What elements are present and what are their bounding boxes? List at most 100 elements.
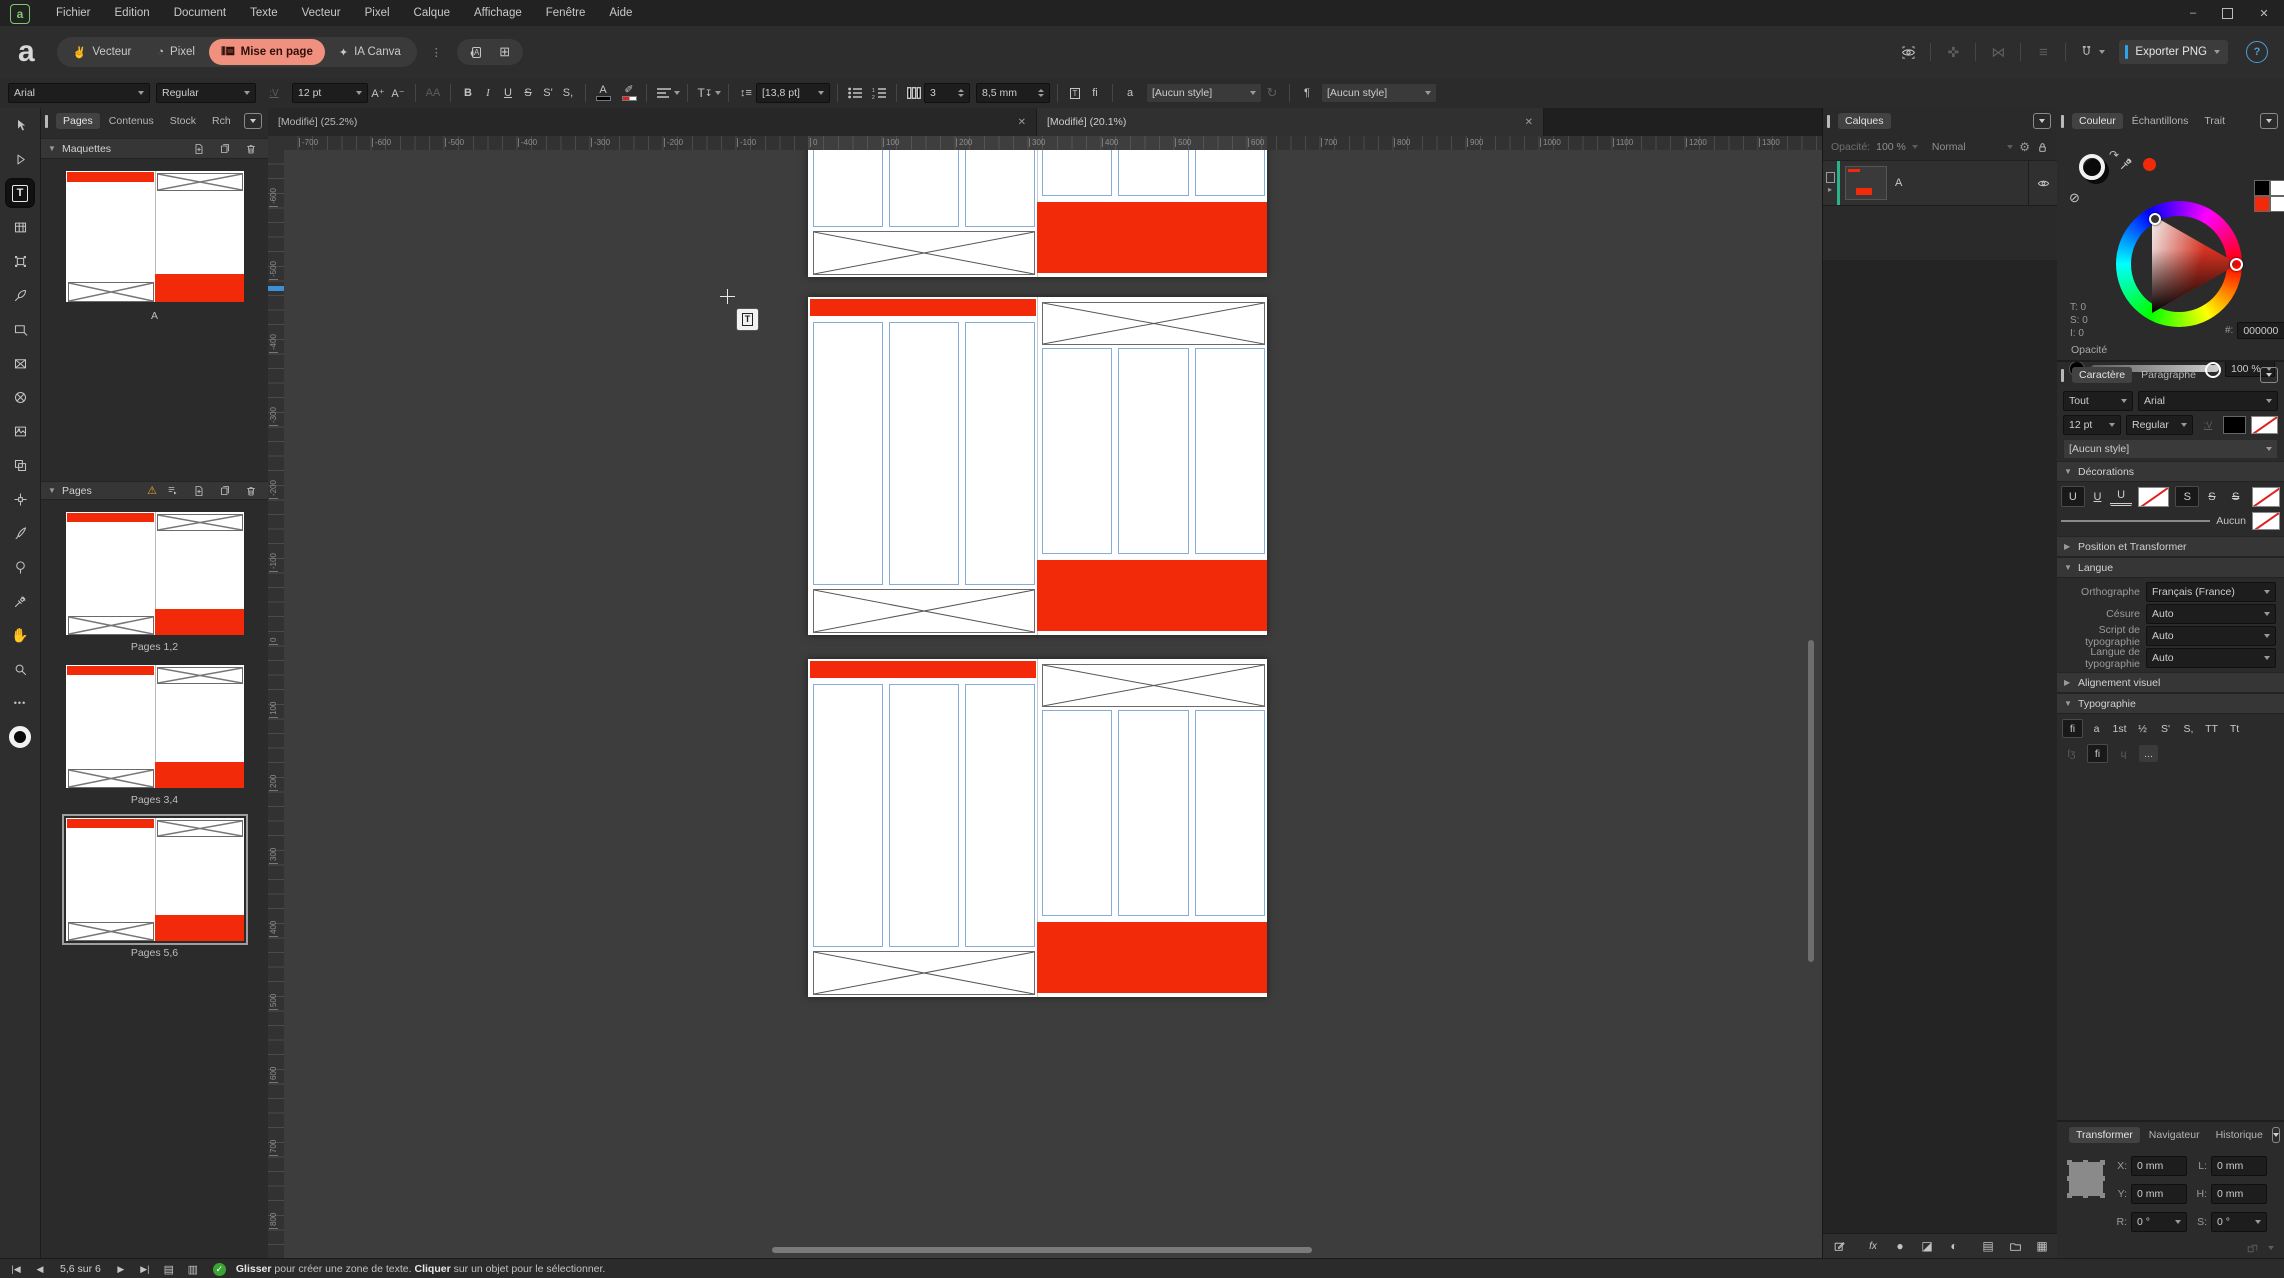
page-spread-item[interactable]: Pages 5,6	[41, 810, 268, 963]
insert-target-icon[interactable]: ◖A	[465, 42, 485, 62]
add-page-icon[interactable]	[189, 483, 209, 498]
document-tab-1[interactable]: [Modifié] (25.2%) ✕	[268, 108, 1037, 136]
typography-option-4[interactable]: S'	[2156, 720, 2175, 737]
vertical-scrollbar[interactable]	[1808, 640, 1814, 962]
hue-wheel[interactable]	[2116, 201, 2242, 327]
delete-master-icon[interactable]	[241, 141, 261, 156]
duplicate-page-icon[interactable]	[215, 483, 235, 498]
text-frame-options-icon[interactable]: T	[1065, 83, 1085, 103]
underline-double-button[interactable]: U	[2110, 487, 2132, 506]
left-tab-pages[interactable]: Pages	[56, 113, 100, 129]
layers-opacity-chevron-icon[interactable]	[1912, 145, 1918, 149]
text-frame-tool[interactable]: T	[0, 176, 40, 210]
char-fill-swatch[interactable]	[2223, 416, 2246, 434]
color-picker-tool[interactable]	[0, 584, 40, 618]
last-spread-button[interactable]: ▶|	[135, 1259, 155, 1278]
no-color-icon[interactable]: ⊘	[2069, 190, 2080, 206]
anchor-point-selector[interactable]	[2069, 1162, 2103, 1196]
layers-panel-menu-button[interactable]	[2033, 113, 2051, 129]
table-tool[interactable]	[0, 210, 40, 244]
transform-field-input[interactable]: 0 mm	[2131, 1156, 2187, 1176]
node-tool[interactable]	[0, 142, 40, 176]
decrease-size-button[interactable]: A⁻	[388, 83, 408, 103]
panel-drag-handle[interactable]	[45, 115, 48, 128]
studio-grid-icon[interactable]: ⊞	[495, 42, 515, 62]
page-spread-item[interactable]: Pages 3,4	[41, 657, 268, 810]
transform-field-input[interactable]: 0 °	[2211, 1212, 2267, 1232]
panel-menu-button[interactable]	[244, 113, 262, 129]
typography-option-6[interactable]: TT	[2202, 720, 2221, 737]
tab-calques[interactable]: Calques	[1838, 113, 1891, 129]
canvas-spread-3[interactable]	[808, 659, 1267, 997]
layer-thumbnail[interactable]	[1845, 166, 1887, 200]
image-tool[interactable]	[0, 414, 40, 448]
underline-color-swatch[interactable]	[2138, 487, 2170, 507]
snapping-options-chevron-icon[interactable]	[2099, 50, 2105, 54]
char-stroke-swatch[interactable]	[2251, 416, 2278, 434]
window-minimize-button[interactable]: –	[2176, 3, 2210, 23]
highlighter-button[interactable]: ✐	[619, 83, 639, 103]
export-png-button[interactable]: Exporter PNG	[2119, 40, 2228, 64]
pattern-layer-icon[interactable]: ▦	[2032, 1236, 2052, 1256]
char-size-select[interactable]: 12 pt	[2063, 415, 2121, 435]
superscript-button[interactable]: S'	[538, 83, 558, 103]
panel-drag-handle[interactable]	[2061, 369, 2064, 382]
layer-row[interactable]: ▸ A	[1823, 161, 2057, 206]
paragraph-align-icon[interactable]	[654, 83, 674, 103]
apply-master-icon[interactable]	[163, 483, 183, 498]
menu-document[interactable]: Document	[162, 0, 238, 26]
window-close-button[interactable]: ✕	[2244, 3, 2284, 23]
decorations-header[interactable]: ▼Décorations	[2057, 461, 2284, 482]
visual-alignment-header[interactable]: ▶Alignement visuel	[2057, 672, 2284, 693]
language-row-select[interactable]: Auto	[2146, 626, 2276, 646]
character-style-select[interactable]: [Aucun style]	[1146, 83, 1262, 103]
frame-tool[interactable]	[0, 244, 40, 278]
numbered-list-icon[interactable]: 12	[869, 83, 889, 103]
typography-option-3[interactable]: ½	[2133, 720, 2152, 737]
adjustment-layer-icon[interactable]: ◐	[1944, 1236, 1964, 1256]
color-panel-menu-button[interactable]	[2260, 113, 2278, 129]
columns-count-stepper[interactable]: 3	[924, 83, 970, 103]
ruler-vertical[interactable]: -600-500-400-300-200-1000100200300400500…	[268, 150, 285, 1258]
persona-vecteur[interactable]: ✌Vecteur	[61, 39, 144, 65]
canvas-viewport[interactable]: T	[284, 150, 1822, 1258]
canvas-spread-1[interactable]	[808, 150, 1267, 277]
layers-blend-chevron-icon[interactable]	[2007, 145, 2013, 149]
mask-layer-icon[interactable]: ◪	[1917, 1236, 1937, 1256]
move-tool[interactable]	[0, 108, 40, 142]
strike-single-button[interactable]: S	[2201, 487, 2223, 506]
decoration-width-slider[interactable]	[2061, 520, 2210, 522]
menu-fenêtre[interactable]: Fenêtre	[534, 0, 598, 26]
color-picker-icon[interactable]	[2119, 156, 2134, 171]
spread-view-icon[interactable]: ▥	[183, 1259, 203, 1278]
menu-edition[interactable]: Edition	[103, 0, 162, 26]
ligatures-icon[interactable]: fi	[1085, 83, 1105, 103]
layer-name[interactable]: A	[1895, 177, 1902, 189]
language-row-select[interactable]: Auto	[2146, 604, 2276, 624]
vector-brush-tool[interactable]	[0, 516, 40, 550]
color-wheel-selector[interactable]	[0, 720, 40, 754]
layers-settings-gear-icon[interactable]: ⚙	[2019, 140, 2030, 154]
horizontal-scrollbar[interactable]	[772, 1247, 1312, 1253]
subscript-button[interactable]: S,	[558, 83, 578, 103]
menu-calque[interactable]: Calque	[402, 0, 462, 26]
single-page-view-icon[interactable]: ▤	[159, 1259, 179, 1278]
menu-texte[interactable]: Texte	[238, 0, 290, 26]
group-layers-icon[interactable]	[2005, 1236, 2025, 1256]
strikethrough-button[interactable]: S	[518, 83, 538, 103]
point-transform-tool[interactable]	[0, 482, 40, 516]
layers-lock-icon[interactable]	[2036, 141, 2049, 154]
mirror-toggle-icon[interactable]: ⋈	[1983, 42, 2013, 62]
scope-select[interactable]: Tout	[2063, 391, 2133, 411]
typography-more-button[interactable]: ...	[2139, 745, 2158, 762]
fill-tool[interactable]	[0, 550, 40, 584]
strike-double-button[interactable]: S	[2225, 487, 2247, 506]
transform-panel-menu-button[interactable]	[2272, 1127, 2280, 1143]
content-place-tool[interactable]	[0, 448, 40, 482]
vertical-align-chevron-icon[interactable]	[715, 91, 721, 95]
font-color-button[interactable]: A	[593, 83, 613, 103]
language-row-select[interactable]: Français (France)	[2146, 582, 2276, 602]
layer-visibility-eye-icon[interactable]	[2029, 177, 2057, 190]
alternates-icon[interactable]: a	[1120, 83, 1140, 103]
typography-option-0[interactable]: fi	[2062, 719, 2083, 738]
